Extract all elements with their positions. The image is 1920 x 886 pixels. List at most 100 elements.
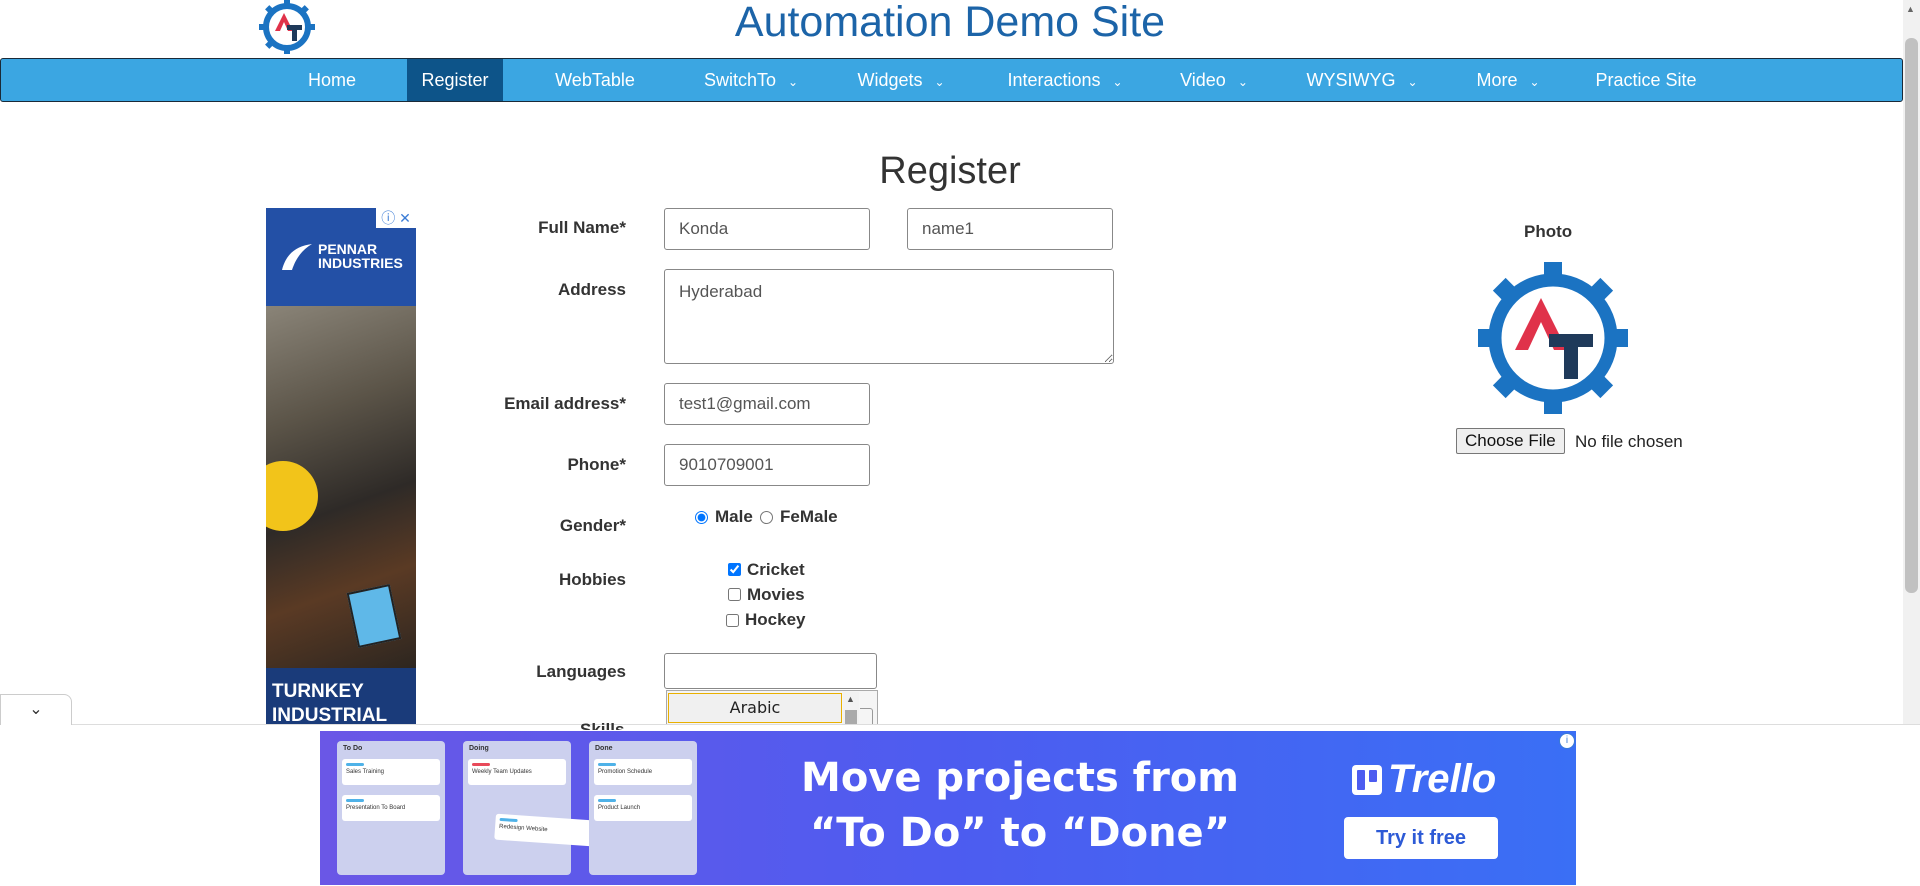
chevron-down-icon: ⌄ xyxy=(1112,75,1123,89)
hobby-movies-checkbox[interactable] xyxy=(728,588,741,601)
languages-label: Languages xyxy=(536,662,626,681)
ad-brand-subname: INDUSTRIES xyxy=(318,255,403,271)
info-icon[interactable]: ⓘ xyxy=(381,210,395,226)
nav-webtable[interactable]: WebTable xyxy=(547,59,643,101)
nav-video-label: Video xyxy=(1180,70,1226,90)
kanban-column-title: To Do xyxy=(343,745,363,752)
nav-register[interactable]: Register xyxy=(407,59,503,101)
gender-male-label: Male xyxy=(715,507,753,526)
nav-register-label: Register xyxy=(421,70,489,90)
nav-widgets[interactable]: Widgets ⌄ xyxy=(846,59,956,101)
site-title: Automation Demo Site xyxy=(734,0,1166,46)
kanban-card-title: Promotion Schedule xyxy=(598,769,653,775)
nav-practice-site-label: Practice Site xyxy=(1595,70,1697,90)
kanban-card: Sales Training xyxy=(342,759,440,785)
kanban-card-title: Redesign Website xyxy=(498,823,548,834)
hobby-movies-label: Movies xyxy=(747,585,805,604)
left-ad-banner[interactable]: PENNAR INDUSTRIES TURNKEY INDUSTRIAL ⓘ ✕ xyxy=(266,208,416,724)
pennar-logo-icon xyxy=(282,244,312,270)
kanban-card: Redesign Website xyxy=(494,813,594,847)
ad-headline-line-1: Move projects from xyxy=(801,755,1239,801)
photo-label: Photo xyxy=(1524,222,1573,241)
choose-file-button[interactable]: Choose File xyxy=(1456,428,1565,454)
kanban-card: Weekly Team Updates xyxy=(468,759,566,785)
chevron-down-icon: ⌄ xyxy=(1237,75,1248,89)
kanban-column: Doing Weekly Team Updates Redesign Websi… xyxy=(463,741,594,875)
languages-input[interactable] xyxy=(664,653,877,689)
ad-headline-line-2: “To Do” to “Done” xyxy=(810,810,1230,856)
nav-webtable-label: WebTable xyxy=(555,70,635,90)
hobbies-label: Hobbies xyxy=(558,570,626,589)
kanban-card: Product Launch xyxy=(594,795,692,821)
nav-practice-site[interactable]: Practice Site xyxy=(1589,59,1703,101)
hobby-hockey-label: Hockey xyxy=(745,610,806,629)
kanban-card-title: Weekly Team Updates xyxy=(472,769,532,775)
close-icon[interactable]: ✕ xyxy=(399,210,411,226)
nav-switchto[interactable]: SwitchTo ⌄ xyxy=(691,59,811,101)
chevron-down-icon: ⌄ xyxy=(787,75,799,89)
gender-female-radio[interactable] xyxy=(760,511,773,524)
nav-more[interactable]: More ⌄ xyxy=(1463,59,1553,101)
kanban-card: Presentation To Board xyxy=(342,795,440,821)
kanban-column: Done Promotion Schedule Product Launch xyxy=(589,741,697,875)
nav-more-label: More xyxy=(1476,70,1518,90)
scroll-up-arrow-icon[interactable]: ▲ xyxy=(1906,4,1915,14)
ad-tagline-1: TURNKEY xyxy=(272,681,364,702)
hobby-cricket-checkbox[interactable] xyxy=(728,563,741,576)
last-name-input[interactable]: name1 xyxy=(907,208,1113,250)
trello-brand-text: Trello xyxy=(1388,757,1497,801)
hobby-cricket-label: Cricket xyxy=(747,560,805,579)
ad-close-area[interactable]: ⓘ ✕ xyxy=(376,208,416,228)
chevron-down-icon: ⌄ xyxy=(934,75,945,89)
chevron-down-icon: ⌄ xyxy=(1529,75,1540,89)
file-status-text: No file chosen xyxy=(1575,432,1683,451)
page-title: Register xyxy=(879,150,1021,192)
email-label: Email address* xyxy=(504,394,626,413)
phone-input[interactable]: 9010709001 xyxy=(664,444,870,486)
nav-widgets-label: Widgets xyxy=(857,70,923,90)
nav-wysiwyg[interactable]: WYSIWYG ⌄ xyxy=(1297,59,1427,101)
address-textarea[interactable] xyxy=(664,269,1114,364)
nav-home-label: Home xyxy=(307,70,356,90)
nav-home[interactable]: Home xyxy=(299,59,365,101)
kanban-column-title: Done xyxy=(595,745,613,752)
gender-female-label: FeMale xyxy=(780,507,838,526)
nav-wysiwyg-label: WYSIWYG xyxy=(1306,70,1396,90)
gender-male-radio[interactable] xyxy=(695,511,708,524)
trello-logo: Trello xyxy=(1352,757,1496,802)
trello-ad-banner[interactable]: To Do Sales Training Presentation To Boa… xyxy=(320,731,1576,885)
kanban-column-title: Doing xyxy=(469,745,489,752)
ad-collapse-toggle[interactable]: ⌄ xyxy=(0,694,72,725)
nav-interactions[interactable]: Interactions ⌄ xyxy=(995,59,1135,101)
ad-kanban-board: To Do Sales Training Presentation To Boa… xyxy=(337,741,697,885)
full-name-label: Full Name* xyxy=(538,218,626,237)
chevron-down-icon: ⌄ xyxy=(1407,75,1418,89)
scroll-up-arrow-icon[interactable]: ▲ xyxy=(846,694,855,704)
chevron-down-icon: ⌄ xyxy=(29,701,43,718)
info-icon[interactable]: i xyxy=(1559,733,1575,749)
ad-tagline-2: INDUSTRIAL xyxy=(272,705,388,724)
phone-label: Phone* xyxy=(567,455,626,474)
kanban-card-title: Product Launch xyxy=(598,805,641,811)
tablet-shape xyxy=(346,584,402,648)
first-name-input[interactable]: Konda xyxy=(664,208,870,250)
nav-video[interactable]: Video ⌄ xyxy=(1169,59,1259,101)
address-label: Address xyxy=(557,280,626,299)
kanban-card-title: Presentation To Board xyxy=(346,805,406,811)
main-navbar: Home Register WebTable SwitchTo ⌄ Widgets… xyxy=(0,58,1903,102)
page-scroll-thumb[interactable] xyxy=(1905,38,1918,593)
nav-interactions-label: Interactions xyxy=(1007,70,1101,90)
ad-headline: Move projects from “To Do” to “Done” xyxy=(800,751,1240,861)
languages-scrollbar[interactable]: ▲ xyxy=(843,692,859,726)
language-option-arabic[interactable]: Arabic xyxy=(668,693,842,723)
kanban-column: To Do Sales Training Presentation To Boa… xyxy=(337,741,445,875)
profile-photo-logo-icon xyxy=(1477,262,1629,414)
hobby-hockey-checkbox[interactable] xyxy=(726,614,739,627)
try-it-free-button[interactable]: Try it free xyxy=(1344,817,1498,859)
kanban-card: Promotion Schedule xyxy=(594,759,692,785)
email-input[interactable]: test1@gmail.com xyxy=(664,383,870,425)
ad-brand-name: PENNAR xyxy=(318,241,378,257)
trello-board-icon xyxy=(1352,765,1382,795)
gender-label: Gender* xyxy=(559,516,626,535)
nav-switchto-label: SwitchTo xyxy=(703,70,776,90)
